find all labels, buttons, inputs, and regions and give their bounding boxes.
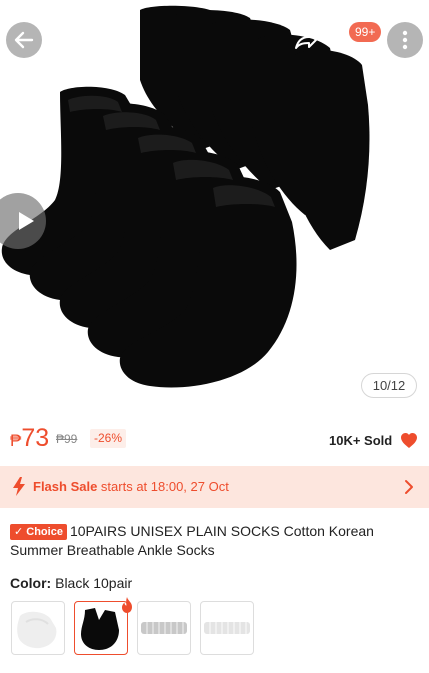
white-socks-thumbnail (17, 611, 57, 649)
swatch-white-10pair[interactable] (200, 601, 254, 655)
color-key: Color: (10, 575, 52, 591)
choice-badge: ✓ Choice (10, 524, 67, 540)
more-vertical-icon (402, 30, 408, 50)
original-price: ₱99 (56, 432, 78, 446)
more-options-button[interactable] (387, 22, 423, 58)
flash-sale-label: Flash Sale (33, 479, 98, 494)
product-image (1, 5, 370, 388)
white-10pair-socks-thumbnail (204, 622, 250, 634)
currency-symbol: ₱ (10, 431, 22, 450)
current-price: ₱73 (10, 424, 49, 453)
arrow-left-icon (14, 31, 34, 49)
product-image-gallery[interactable]: 99+ 10/12 (0, 0, 429, 412)
back-button[interactable] (6, 22, 42, 58)
swatch-gray[interactable] (137, 601, 191, 655)
flash-sale-banner[interactable]: Flash Sale starts at 18:00, 27 Oct (0, 466, 429, 508)
hot-flame-icon (122, 597, 132, 613)
share-button[interactable] (287, 23, 323, 59)
sold-count: 10K+ Sold (329, 433, 393, 448)
play-icon (19, 212, 34, 230)
color-label: Color: Black 10pair (10, 575, 132, 591)
gray-socks-thumbnail (141, 622, 187, 634)
chevron-right-icon (405, 480, 413, 494)
discount-badge: -26% (90, 429, 127, 448)
flash-sale-start-time: starts at 18:00, 27 Oct (97, 479, 229, 494)
cart-count-badge: 99+ (349, 22, 382, 42)
lightning-icon (13, 477, 25, 496)
price-row: ₱73 ₱99 -26% 10K+ Sold (0, 420, 429, 460)
heart-icon[interactable] (400, 432, 418, 449)
product-title: ✓ Choice 10PAIRS UNISEX PLAIN SOCKS Cotto… (10, 522, 420, 560)
color-value: Black 10pair (55, 575, 133, 591)
price-value: 73 (21, 424, 50, 452)
flash-sale-text: Flash Sale starts at 18:00, 27 Oct (33, 479, 229, 494)
swatch-white[interactable] (11, 601, 65, 655)
share-icon (295, 32, 317, 49)
image-page-counter: 10/12 (361, 373, 417, 398)
